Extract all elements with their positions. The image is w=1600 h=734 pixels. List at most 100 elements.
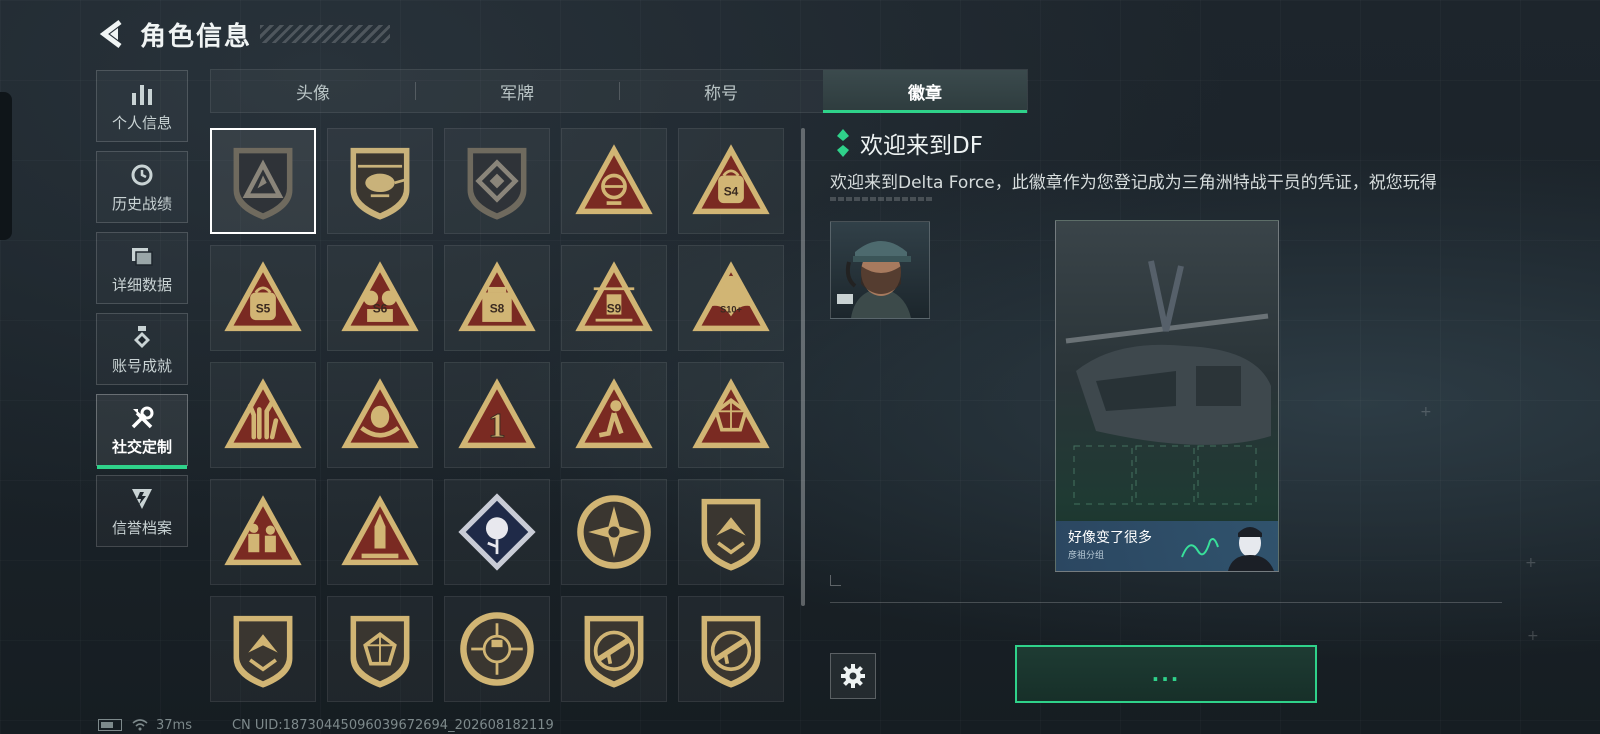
badge-slot[interactable] xyxy=(561,362,667,468)
badge-slot[interactable] xyxy=(210,479,316,585)
signature-icon xyxy=(1181,538,1219,558)
badge-box-icon: S8 xyxy=(458,261,536,332)
sidebar-item-label: 账号成就 xyxy=(111,356,172,375)
svg-text:S9: S9 xyxy=(607,302,622,316)
badge-slot[interactable] xyxy=(561,128,667,234)
shield-emblem-icon xyxy=(128,485,156,513)
badge-rifle-icon xyxy=(584,615,644,688)
badge-bag-icon: S5 xyxy=(224,261,302,332)
header: 角色信息 xyxy=(96,14,391,54)
tab-dogtag[interactable]: 军牌 xyxy=(415,70,619,112)
helicopter-illustration xyxy=(1065,260,1271,505)
badge-egg-icon xyxy=(341,378,419,449)
badge-rocket-icon xyxy=(341,495,419,566)
badge-slot[interactable] xyxy=(327,596,433,702)
badge-slot[interactable]: S5 xyxy=(210,245,316,351)
sidebar-item-data[interactable]: 详细数据 xyxy=(96,232,188,304)
svg-text:S8: S8 xyxy=(490,302,505,316)
badge-slot[interactable] xyxy=(210,128,316,234)
badge-diamond-icon xyxy=(467,147,527,220)
badge-detail-header: 欢迎来到DF xyxy=(836,126,983,160)
badge-drone-icon: S9 xyxy=(575,261,653,332)
badge-detail-description: 欢迎来到Delta Force，此徽章作为您登记成为三角洲特战干员的凭证，祝您玩… xyxy=(830,173,1437,193)
sidebar: 个人信息 历史战绩 详细数据 账号成就 社交定制 信誉档案 xyxy=(96,70,190,556)
badge-helicopter-icon xyxy=(350,147,410,220)
sidebar-item-history[interactable]: 历史战绩 xyxy=(96,151,188,223)
badge-slot[interactable] xyxy=(327,479,433,585)
badge-slot[interactable] xyxy=(444,596,550,702)
sidebar-item-label: 社交定制 xyxy=(111,437,172,456)
badge-globe-icon xyxy=(575,144,653,215)
svg-text:S4: S4 xyxy=(724,185,739,199)
operator-card[interactable]: 好像变了很多 彦祖分组 xyxy=(1055,220,1279,572)
player-avatar xyxy=(830,221,930,319)
badge-slot[interactable] xyxy=(444,479,550,585)
badge-wings-icon xyxy=(701,498,761,571)
crosshair-mark: + xyxy=(1527,628,1539,644)
sidebar-item-label: 详细数据 xyxy=(111,275,172,294)
badge-slot[interactable] xyxy=(210,596,316,702)
badge-slot[interactable] xyxy=(678,479,784,585)
badge-slot[interactable] xyxy=(210,362,316,468)
badge-slot[interactable]: S6 xyxy=(327,245,433,351)
tab-bar: 头像 军牌 称号 徽章 xyxy=(210,69,1028,113)
badge-crosshair-icon xyxy=(460,612,534,686)
description-decoration xyxy=(830,197,934,201)
svg-text:S5: S5 xyxy=(256,302,271,316)
sidebar-item-personal-info[interactable]: 个人信息 xyxy=(96,70,188,142)
badge-gem-icon xyxy=(350,615,410,688)
achievement-medal-icon xyxy=(128,323,156,351)
badge-slot[interactable] xyxy=(444,128,550,234)
settings-button[interactable] xyxy=(830,653,876,699)
badge-smg-icon xyxy=(701,615,761,688)
badge-figure-icon xyxy=(575,378,653,449)
panel-corner xyxy=(830,575,841,586)
sidebar-item-label: 个人信息 xyxy=(111,113,172,132)
badge-slot[interactable] xyxy=(561,479,667,585)
svg-text:S6: S6 xyxy=(373,302,388,316)
badge-phoenix-icon: S10+ xyxy=(692,261,770,332)
badge-slot[interactable] xyxy=(678,596,784,702)
sidebar-item-social[interactable]: 社交定制 xyxy=(96,394,188,469)
wrench-tools-icon xyxy=(128,404,156,432)
wifi-icon xyxy=(132,719,148,731)
badge-arrow-icon xyxy=(233,615,293,688)
badge-hand-icon xyxy=(224,378,302,449)
badge-slot[interactable] xyxy=(327,362,433,468)
back-arrow-icon xyxy=(99,20,122,48)
badge-slot[interactable]: S10+ xyxy=(678,245,784,351)
tab-avatar[interactable]: 头像 xyxy=(211,70,415,112)
sidebar-item-reputation[interactable]: 信誉档案 xyxy=(96,475,188,547)
badge-grid-scrollbar[interactable] xyxy=(801,128,805,606)
ping-readout: 37ms xyxy=(156,717,192,733)
svg-text:1: 1 xyxy=(488,406,505,445)
sidebar-item-label: 信誉档案 xyxy=(111,518,172,537)
badge-reels-icon: S6 xyxy=(341,261,419,332)
badge-slot[interactable] xyxy=(561,596,667,702)
badge-slot[interactable]: S9 xyxy=(561,245,667,351)
character-portrait-icon xyxy=(1228,527,1274,571)
badge-slot[interactable]: S8 xyxy=(444,245,550,351)
badge-slot[interactable] xyxy=(327,128,433,234)
sidebar-item-achievements[interactable]: 账号成就 xyxy=(96,313,188,385)
badge-rose-icon xyxy=(458,493,536,571)
badge-number-icon: 1 xyxy=(458,378,536,449)
folder-data-icon xyxy=(128,242,156,270)
crosshair-mark: + xyxy=(1525,555,1537,571)
badge-slot[interactable]: S4 xyxy=(678,128,784,234)
back-button[interactable] xyxy=(96,16,128,52)
tab-badge[interactable]: 徽章 xyxy=(823,70,1027,113)
crosshair-mark: + xyxy=(1420,404,1432,420)
status-bar: 37ms CN UID:18730445096039672694_2026081… xyxy=(98,716,554,734)
sidebar-item-label: 历史战绩 xyxy=(111,194,172,213)
badge-slot[interactable]: 1 xyxy=(444,362,550,468)
badge-bag-icon: S4 xyxy=(692,144,770,215)
operator-card-subtitle: 彦祖分组 xyxy=(1068,551,1105,561)
battery-icon xyxy=(98,719,122,731)
tab-title[interactable]: 称号 xyxy=(619,70,823,112)
badge-star-icon xyxy=(577,495,651,569)
page-title: 角色信息 xyxy=(140,21,253,52)
edge-handle[interactable] xyxy=(0,92,12,240)
badge-slot[interactable] xyxy=(678,362,784,468)
equip-button[interactable]: ... xyxy=(1015,645,1317,703)
